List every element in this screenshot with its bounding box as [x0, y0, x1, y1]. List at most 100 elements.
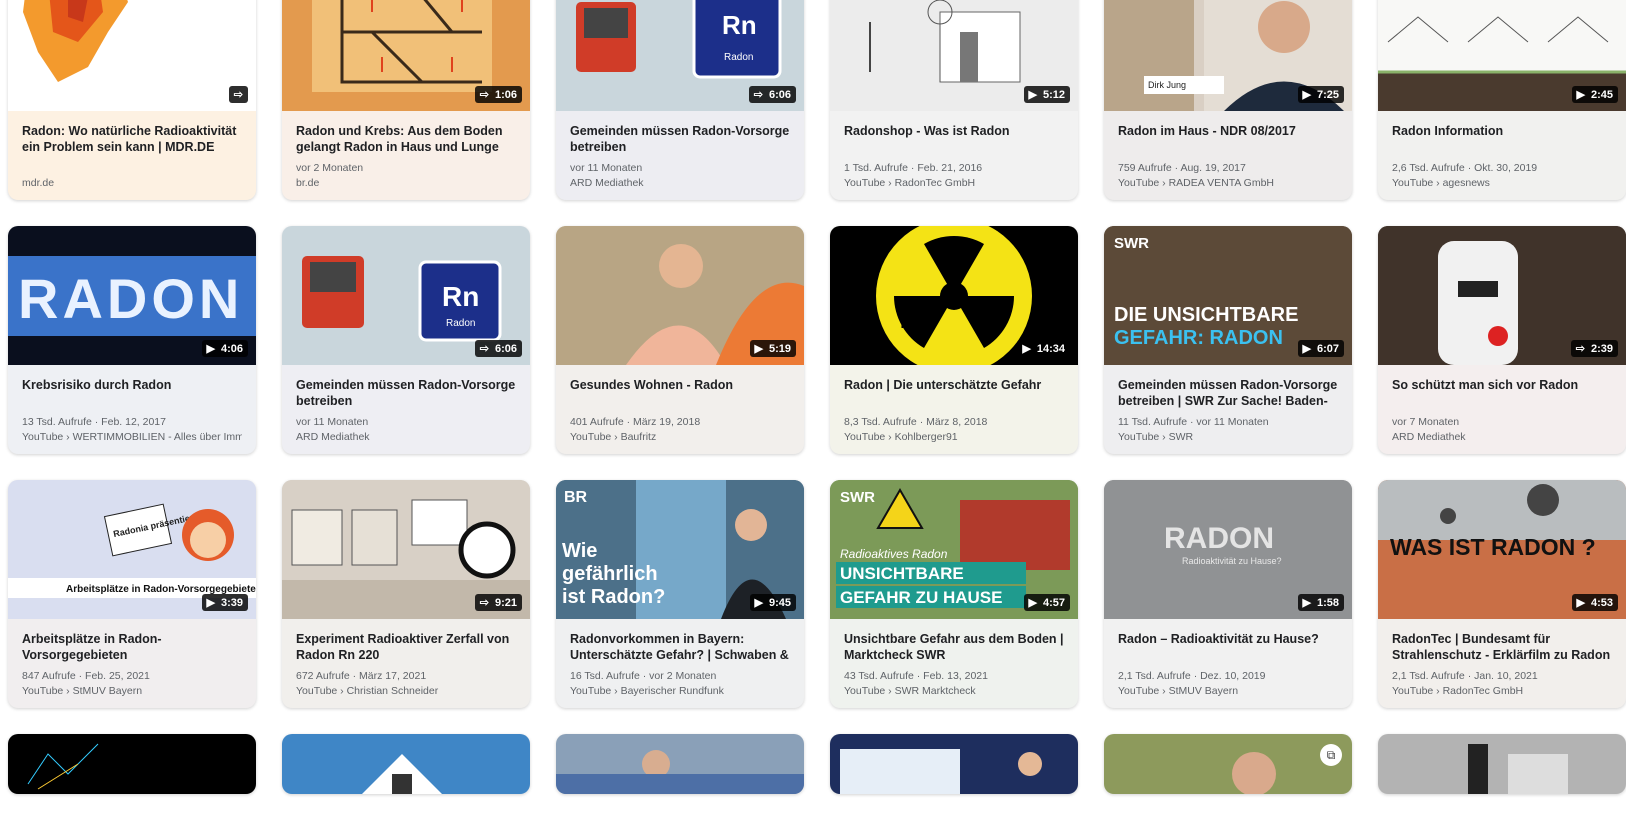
video-thumbnail[interactable]: WAS IST RADON ? ▶ 4:53 [1378, 480, 1626, 619]
video-thumbnail[interactable] [8, 734, 256, 794]
video-thumbnail[interactable]: BR Wie gefährlich ist Radon? ▶ 9:45 [556, 480, 804, 619]
video-thumbnail[interactable]: ⇨ 9:21 [282, 480, 530, 619]
rn-symbol: Rn [900, 312, 923, 332]
video-card[interactable]: ▶ 2:45 Radon Information 2,6 Tsd. Aufrufe… [1378, 0, 1626, 200]
video-card[interactable]: ⇨ 1:06 Radon und Krebs: Aus dem Boden gel… [282, 0, 530, 200]
video-thumbnail[interactable]: SWR DIE UNSICHTBARE GEFAHR: RADON ▶ 6:07 [1104, 226, 1352, 365]
duration-badge: ▶ 3:39 [201, 594, 248, 611]
video-meta: 11 Tsd. Aufrufe · vor 11 Monaten [1118, 416, 1269, 428]
duration: 1:58 [1316, 596, 1339, 609]
video-title[interactable]: Krebsrisiko durch Radon [22, 377, 242, 393]
duration: 7:25 [1316, 88, 1339, 101]
result-row: Radonia präsentiert: Arbeitsplätze in Ra… [8, 480, 1626, 708]
video-card[interactable]: ⧉ [1104, 734, 1352, 794]
video-title[interactable]: Arbeitsplätze in Radon-Vorsorgegebieten [22, 631, 242, 663]
video-thumbnail[interactable]: ⇨ [8, 0, 256, 111]
thumb-caption: DIE UNSICHTBARE [1114, 304, 1298, 326]
video-card[interactable]: BR Wie gefährlich ist Radon? ▶ 9:45 Radon… [556, 480, 804, 708]
video-thumbnail[interactable]: ⇨ 1:06 [282, 0, 530, 111]
video-title[interactable]: Radon und Krebs: Aus dem Boden gelangt R… [296, 123, 516, 155]
card-info: Radon | Die unterschätzte Gefahr 8,3 Tsd… [830, 365, 1078, 454]
video-card[interactable] [830, 734, 1078, 794]
duration-badge: ▶ 9:45 [749, 594, 796, 611]
video-thumbnail[interactable] [830, 734, 1078, 794]
video-title[interactable]: Radon: Wo natürliche Radioaktivität ein … [22, 123, 242, 155]
card-info: So schützt man sich vor Radon vor 7 Mona… [1378, 365, 1626, 454]
video-thumbnail[interactable]: ⧉ [1104, 734, 1352, 794]
video-card[interactable]: SWR DIE UNSICHTBARE GEFAHR: RADON ▶ 6:07 … [1104, 226, 1352, 454]
video-title[interactable]: Radon Information [1392, 123, 1612, 139]
video-thumbnail[interactable]: ▶ 5:12 [830, 0, 1078, 111]
video-thumbnail[interactable]: RADON Radioaktivität zu Hause? ▶ 1:58 [1104, 480, 1352, 619]
duration: 6:06 [768, 88, 791, 101]
video-title[interactable]: Gemeinden müssen Radon-Vorsorge betreibe… [570, 123, 790, 155]
video-card[interactable]: Rn ▶ 14:34 Radon | Die unterschätzte Gefa… [830, 226, 1078, 454]
video-thumbnail[interactable]: Rn Radon ⇨ 6:06 [282, 226, 530, 365]
card-info: Gemeinden müssen Radon-Vorsorge betreibe… [1104, 365, 1352, 454]
video-card[interactable]: RADON ▶ 4:06 Krebsrisiko durch Radon 13 T… [8, 226, 256, 454]
video-thumbnail[interactable]: Dirk Jung ▶ 7:25 [1104, 0, 1352, 111]
result-row: ⇨ Radon: Wo natürliche Radioaktivität ei… [8, 0, 1626, 200]
rn-name: Radon [446, 318, 475, 329]
video-thumbnail[interactable]: ⇨ 2:39 [1378, 226, 1626, 365]
video-card[interactable]: ▶ 5:19 Gesundes Wohnen - Radon 401 Aufruf… [556, 226, 804, 454]
video-card[interactable]: ⇨ 2:39 So schützt man sich vor Radon vor … [1378, 226, 1626, 454]
duration-badge: ⇨ 9:21 [474, 594, 522, 611]
duration: 2:39 [1590, 342, 1613, 355]
card-info: Krebsrisiko durch Radon 13 Tsd. Aufrufe … [8, 365, 256, 454]
video-title[interactable]: Gesundes Wohnen - Radon [570, 377, 790, 393]
share-icon: ⇨ [233, 89, 243, 101]
video-card[interactable]: WAS IST RADON ? ▶ 4:53 RadonTec | Bundesa… [1378, 480, 1626, 708]
video-thumbnail[interactable]: RADON ▶ 4:06 [8, 226, 256, 365]
video-thumbnail[interactable] [282, 734, 530, 794]
copy-icon[interactable]: ⧉ [1320, 744, 1342, 766]
video-card[interactable]: SWR Radioaktives Radon UNSICHTBARE GEFAH… [830, 480, 1078, 708]
play-icon: ▶ [1576, 597, 1585, 609]
duration-badge: ▶ 4:57 [1023, 594, 1070, 611]
video-title[interactable]: So schützt man sich vor Radon [1392, 377, 1612, 393]
video-title[interactable]: Radon im Haus - NDR 08/2017 [1118, 123, 1338, 139]
duration: 4:53 [1590, 596, 1613, 609]
video-source: YouTube › Christian Schneider [296, 685, 439, 697]
video-title[interactable]: Radon | Die unterschätzte Gefahr [844, 377, 1064, 393]
video-card[interactable] [8, 734, 256, 794]
video-thumbnail[interactable] [1378, 734, 1626, 794]
video-source: YouTube › Bayerischer Rundfunk [570, 685, 724, 697]
video-card[interactable] [282, 734, 530, 794]
play-icon: ▶ [206, 597, 215, 609]
video-card[interactable]: Rn Radon ⇨ 6:06 Gemeinden müssen Radon-Vo… [282, 226, 530, 454]
video-thumbnail[interactable]: Rn Radon ⇨ 6:06 [556, 0, 804, 111]
video-title[interactable]: Radon – Radioaktivität zu Hause? [1118, 631, 1338, 647]
video-title[interactable]: RadonTec | Bundesamt für Strahlenschutz … [1392, 631, 1612, 663]
video-card[interactable]: ▶ 5:12 Radonshop - Was ist Radon 1 Tsd. A… [830, 0, 1078, 200]
video-card[interactable]: Rn Radon ⇨ 6:06 Gemeinden müssen Radon-Vo… [556, 0, 804, 200]
video-thumbnail[interactable]: SWR Radioaktives Radon UNSICHTBARE GEFAH… [830, 480, 1078, 619]
video-card[interactable] [1378, 734, 1626, 794]
video-title[interactable]: Unsichtbare Gefahr aus dem Boden | Markt… [844, 631, 1064, 663]
video-source: br.de [296, 177, 320, 189]
video-title[interactable]: Gemeinden müssen Radon-Vorsorge betreibe… [296, 377, 516, 409]
video-thumbnail[interactable]: ▶ 5:19 [556, 226, 804, 365]
video-title[interactable]: Radonvorkommen in Bayern: Unterschätzte … [570, 631, 790, 663]
video-card[interactable]: RADON Radioaktivität zu Hause? ▶ 1:58 Rad… [1104, 480, 1352, 708]
share-icon: ⇨ [753, 89, 763, 101]
video-thumbnail[interactable]: Rn ▶ 14:34 [830, 226, 1078, 365]
video-card[interactable]: Dirk Jung ▶ 7:25 Radon im Haus - NDR 08/2… [1104, 0, 1352, 200]
duration-badge: ▶ 4:06 [201, 340, 248, 357]
video-thumbnail[interactable]: Radonia präsentiert: Arbeitsplätze in Ra… [8, 480, 256, 619]
duration: 6:07 [1316, 342, 1339, 355]
video-source: YouTube › StMUV Bayern [22, 685, 143, 697]
video-card[interactable]: Radonia präsentiert: Arbeitsplätze in Ra… [8, 480, 256, 708]
video-title[interactable]: Radonshop - Was ist Radon [844, 123, 1064, 139]
video-meta: 1 Tsd. Aufrufe · Feb. 21, 2016 [844, 162, 983, 174]
video-thumbnail[interactable] [556, 734, 804, 794]
duration-badge: ⇨ 6:06 [474, 340, 522, 357]
video-title[interactable]: Gemeinden müssen Radon-Vorsorge betreibe… [1118, 377, 1338, 409]
video-card[interactable]: ⇨ Radon: Wo natürliche Radioaktivität ei… [8, 0, 256, 200]
radon-logo-text: RADON [18, 267, 243, 330]
video-thumbnail[interactable]: ▶ 2:45 [1378, 0, 1626, 111]
video-card[interactable]: ⇨ 9:21 Experiment Radioaktiver Zerfall vo… [282, 480, 530, 708]
video-title[interactable]: Experiment Radioaktiver Zerfall von Rado… [296, 631, 516, 663]
video-card[interactable] [556, 734, 804, 794]
card-info: RadonTec | Bundesamt für Strahlenschutz … [1378, 619, 1626, 708]
